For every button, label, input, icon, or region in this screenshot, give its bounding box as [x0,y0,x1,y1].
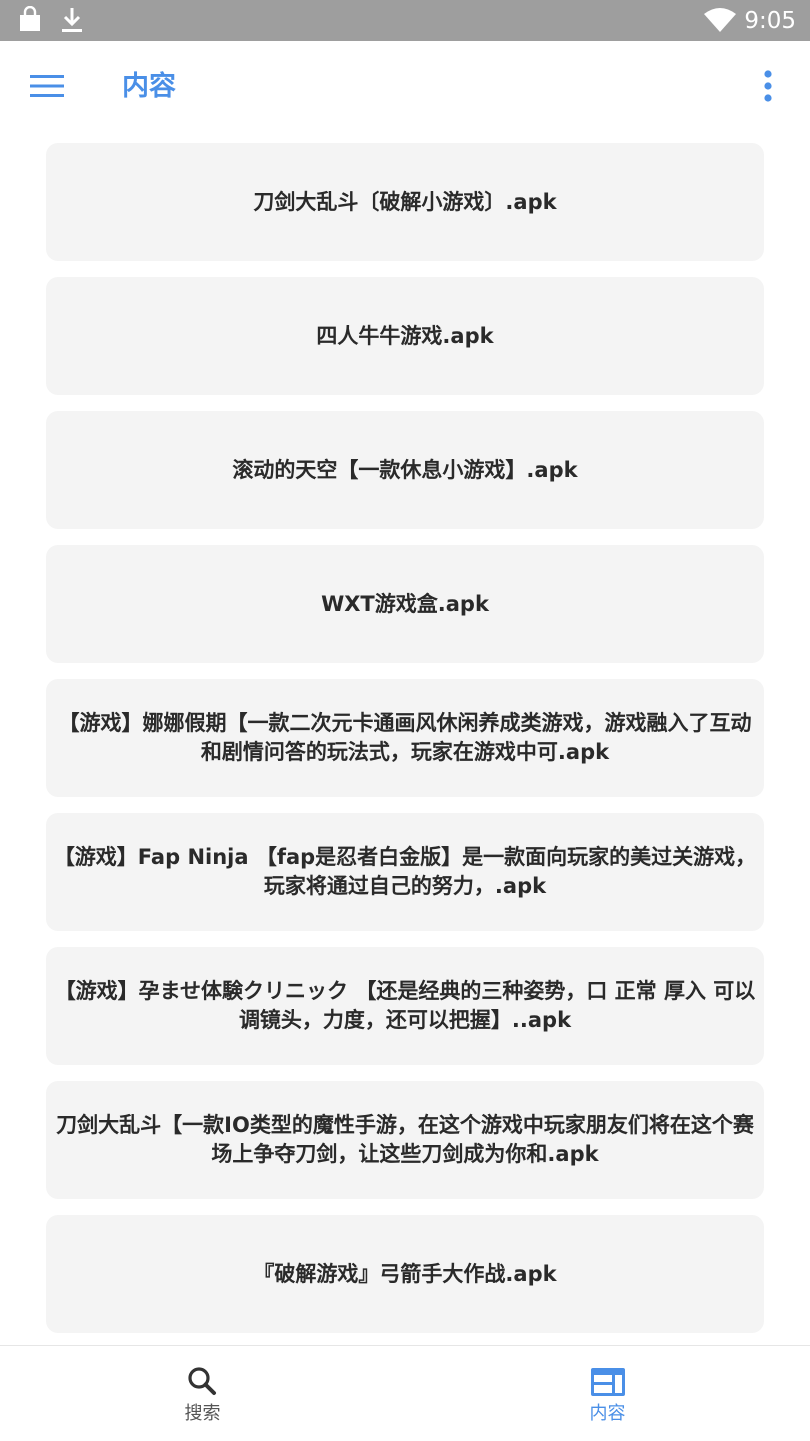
menu-icon [30,74,64,102]
wifi-icon [704,6,736,38]
file-name: 刀剑大乱斗【一款IO类型的魔性手游，在这个游戏中玩家朋友们将在这个赛场上争夺刀剑… [56,1113,754,1166]
file-name: WXT游戏盒.apk [321,591,489,616]
file-name: 『破解游戏』弓箭手大作战.apk [253,1261,557,1286]
file-name: 四人牛牛游戏.apk [316,323,494,348]
menu-button[interactable] [20,65,74,111]
tab-content[interactable]: 内容 [405,1346,810,1441]
file-card[interactable]: 【游戏】Fap Ninja 【fap是忍者白金版】是一款面向玩家的美过关游戏，玩… [46,813,764,931]
file-name: 刀剑大乱斗〔破解小游戏〕.apk [253,189,557,214]
shopping-bag-icon [16,5,44,38]
file-list: 刀剑大乱斗〔破解小游戏〕.apk 四人牛牛游戏.apk 滚动的天空【一款休息小游… [46,143,764,1349]
file-card[interactable]: WXT游戏盒.apk [46,545,764,663]
download-icon [60,6,84,38]
file-card[interactable]: 【游戏】娜娜假期【一款二次元卡通画风休闲养成类游戏，游戏融入了互动和剧情问答的玩… [46,679,764,797]
tab-search[interactable]: 搜索 [0,1346,405,1441]
file-card[interactable]: 刀剑大乱斗〔破解小游戏〕.apk [46,143,764,261]
tab-search-label: 搜索 [184,1403,221,1424]
file-card[interactable]: 【游戏】孕ませ体験クリニック 【还是经典的三种姿势，口 正常 厚入 可以调镜头，… [46,947,764,1065]
status-time: 9:05 [744,8,796,34]
file-card[interactable]: 『破解游戏』弓箭手大作战.apk [46,1215,764,1333]
file-name: 【游戏】Fap Ninja 【fap是忍者白金版】是一款面向玩家的美过关游戏，玩… [53,845,757,898]
file-card[interactable]: 刀剑大乱斗【一款IO类型的魔性手游，在这个游戏中玩家朋友们将在这个赛场上争夺刀剑… [46,1081,764,1199]
overflow-menu-button[interactable] [748,65,788,111]
tab-content-label: 内容 [589,1403,626,1424]
dashboard-icon [590,1366,626,1398]
search-icon [185,1366,221,1398]
file-card[interactable]: 四人牛牛游戏.apk [46,277,764,395]
file-name: 【游戏】娜娜假期【一款二次元卡通画风休闲养成类游戏，游戏融入了互动和剧情问答的玩… [58,711,752,764]
bottom-navigation: 搜索 内容 [0,1345,810,1441]
file-name: 滚动的天空【一款休息小游戏】.apk [232,457,578,482]
more-vert-icon [763,70,773,106]
status-bar: 9:05 [0,0,810,41]
app-bar: 内容 [0,41,810,135]
page-title: 内容 [122,71,176,102]
file-name: 【游戏】孕ませ体験クリニック 【还是经典的三种姿势，口 正常 厚入 可以调镜头，… [54,979,756,1032]
file-card[interactable]: 滚动的天空【一款休息小游戏】.apk [46,411,764,529]
